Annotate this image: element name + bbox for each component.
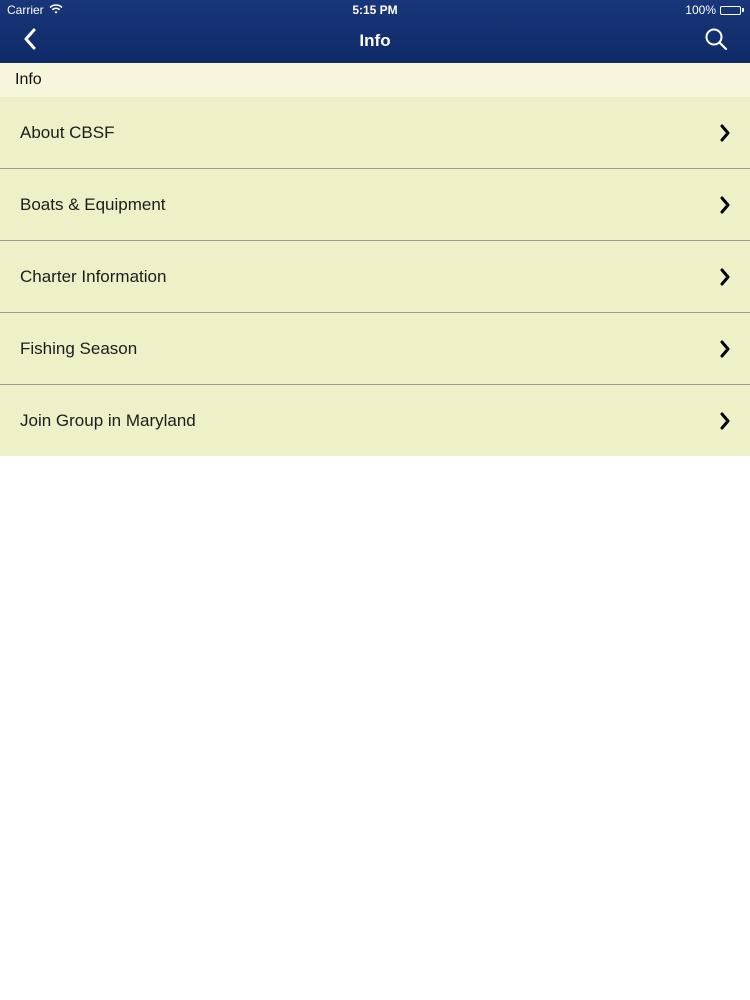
search-button[interactable] — [700, 26, 732, 56]
list-item-join-group-maryland[interactable]: Join Group in Maryland — [0, 385, 750, 456]
battery-icon — [720, 5, 744, 15]
section-header: Info — [0, 63, 750, 97]
list-item-charter-information[interactable]: Charter Information — [0, 241, 750, 313]
list-item-fishing-season[interactable]: Fishing Season — [0, 313, 750, 385]
page-title: Info — [359, 31, 391, 50]
chevron-right-icon — [718, 196, 732, 214]
status-time: 5:15 PM — [352, 3, 398, 17]
list-item-label: Charter Information — [20, 267, 167, 286]
screen: Carrier 5:15 PM 100% Info Info About CBS… — [0, 0, 750, 1000]
chevron-right-icon — [718, 268, 732, 286]
chevron-right-icon — [718, 124, 732, 142]
list-item-boats-equipment[interactable]: Boats & Equipment — [0, 169, 750, 241]
chevron-right-icon — [718, 412, 732, 430]
status-bar: Carrier 5:15 PM 100% — [0, 0, 750, 20]
info-menu-list: About CBSF Boats & Equipment Charter Inf… — [0, 97, 750, 456]
battery-group: 100% — [685, 3, 744, 17]
list-item-label: About CBSF — [20, 123, 115, 142]
navigation-bar: Info — [0, 20, 750, 63]
battery-percentage: 100% — [685, 3, 716, 17]
list-item-label: Join Group in Maryland — [20, 411, 196, 430]
list-item-label: Fishing Season — [20, 339, 138, 358]
list-item-label: Boats & Equipment — [20, 195, 166, 214]
top-bar: Carrier 5:15 PM 100% Info — [0, 0, 750, 63]
chevron-right-icon — [718, 340, 732, 358]
list-item-about-cbsf[interactable]: About CBSF — [0, 97, 750, 169]
search-icon — [704, 27, 728, 56]
